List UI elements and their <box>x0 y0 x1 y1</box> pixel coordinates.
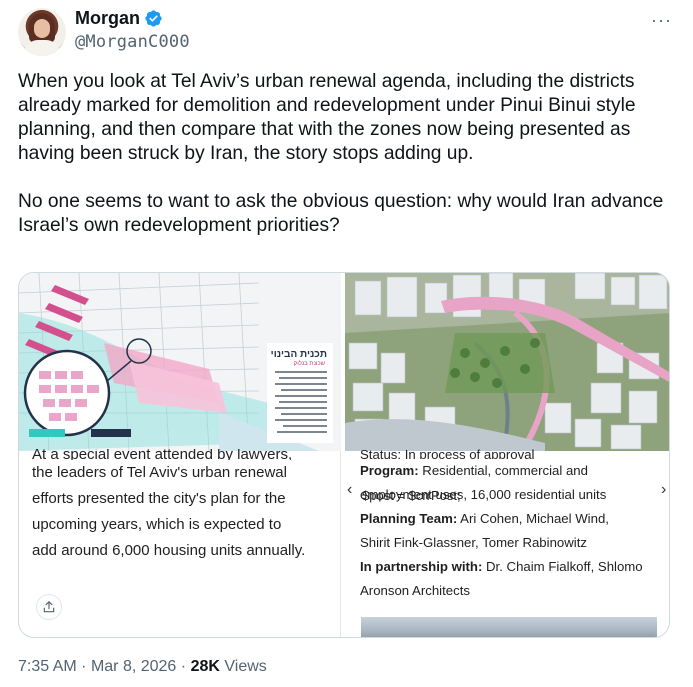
media-card-left[interactable]: תכנית הבינוי שכונת בנלוק At a special ev… <box>19 273 341 637</box>
program-line: Program: Residential, commercial and <box>360 459 660 483</box>
program-label: Program: <box>360 463 419 478</box>
map-subtitle: שכונת בנלוק <box>293 361 325 367</box>
clipped-text-line: Status: In process of approval <box>360 449 535 459</box>
views-count: 28K <box>190 658 220 675</box>
card-text-line: add around 6,000 housing units annually. <box>32 542 306 559</box>
team-text: Ari Cohen, Michael Wind, <box>460 511 609 526</box>
left-card-text: At a special event attended by lawyers, … <box>32 449 337 564</box>
avatar[interactable] <box>18 8 66 56</box>
media-card-right[interactable]: Status: In process of approval Program: … <box>345 273 669 637</box>
urban-render-image <box>345 273 669 451</box>
tweet-header: Morgan @MorganC000 ··· <box>18 6 678 56</box>
team-label: Planning Team: <box>360 511 458 526</box>
media-carousel[interactable]: תכנית הבינוי שכונת בנלוק At a special ev… <box>18 272 670 638</box>
share-button[interactable] <box>36 594 62 620</box>
avatar-body <box>24 40 60 56</box>
program-text: Residential, commercial and <box>422 463 588 478</box>
card-text-line: efforts presented the city's plan for th… <box>32 490 286 507</box>
name-row: Morgan <box>75 8 163 29</box>
tweet-text: When you look at Tel Aviv’s urban renewa… <box>18 70 678 262</box>
carousel-prev-icon[interactable]: ‹ <box>347 481 352 499</box>
carousel-next-icon[interactable]: › <box>661 481 666 499</box>
verified-badge-icon <box>145 10 162 27</box>
tweet-date[interactable]: Mar 8, 2026 <box>91 658 176 675</box>
tweet-meta: 7:35 AM · Mar 8, 2026 · 28K Views <box>18 658 267 676</box>
partner-label: In partnership with: <box>360 559 483 574</box>
meta-separator: · <box>180 658 187 675</box>
tweet-time[interactable]: 7:35 AM <box>18 658 77 675</box>
partner-line: In partnership with: Dr. Chaim Fialkoff,… <box>360 555 660 579</box>
card-text-line: upcoming years, which is expected to <box>32 516 282 533</box>
avatar-face <box>34 19 50 38</box>
share-icon <box>43 601 55 613</box>
planning-map-image: תכנית הבינוי שכונת בנלוק <box>19 273 341 451</box>
map-title: תכנית הבינוי <box>270 349 327 360</box>
team-line: Planning Team: Ari Cohen, Michael Wind, <box>360 507 660 531</box>
display-name[interactable]: Morgan <box>75 8 140 29</box>
overlay-code-text: $post = $crrPost; <box>362 488 461 503</box>
right-card-text: Status: In process of approval Program: … <box>360 449 660 603</box>
partner-text: Dr. Chaim Fialkoff, Shlomo <box>486 559 643 574</box>
more-options-icon[interactable]: ··· <box>651 10 672 31</box>
clipped-text-line: At a special event attended by lawyers, <box>32 449 293 460</box>
meta-separator: · <box>81 658 87 675</box>
partner-line-2: Aronson Architects <box>360 583 470 598</box>
card-text-line: the leaders of Tel Aviv's urban renewal <box>32 464 287 481</box>
tweet-paragraph: When you look at Tel Aviv’s urban renewa… <box>18 71 636 164</box>
tweet-paragraph: No one seems to want to ask the obvious … <box>18 191 664 236</box>
user-handle[interactable]: @MorganC000 <box>75 32 190 52</box>
render-graphic <box>345 273 669 451</box>
views-label: Views <box>224 658 267 675</box>
team-line-2: Shirit Fink-Glassner, Tomer Rabinowitz <box>360 535 587 550</box>
next-image-preview <box>361 617 657 637</box>
